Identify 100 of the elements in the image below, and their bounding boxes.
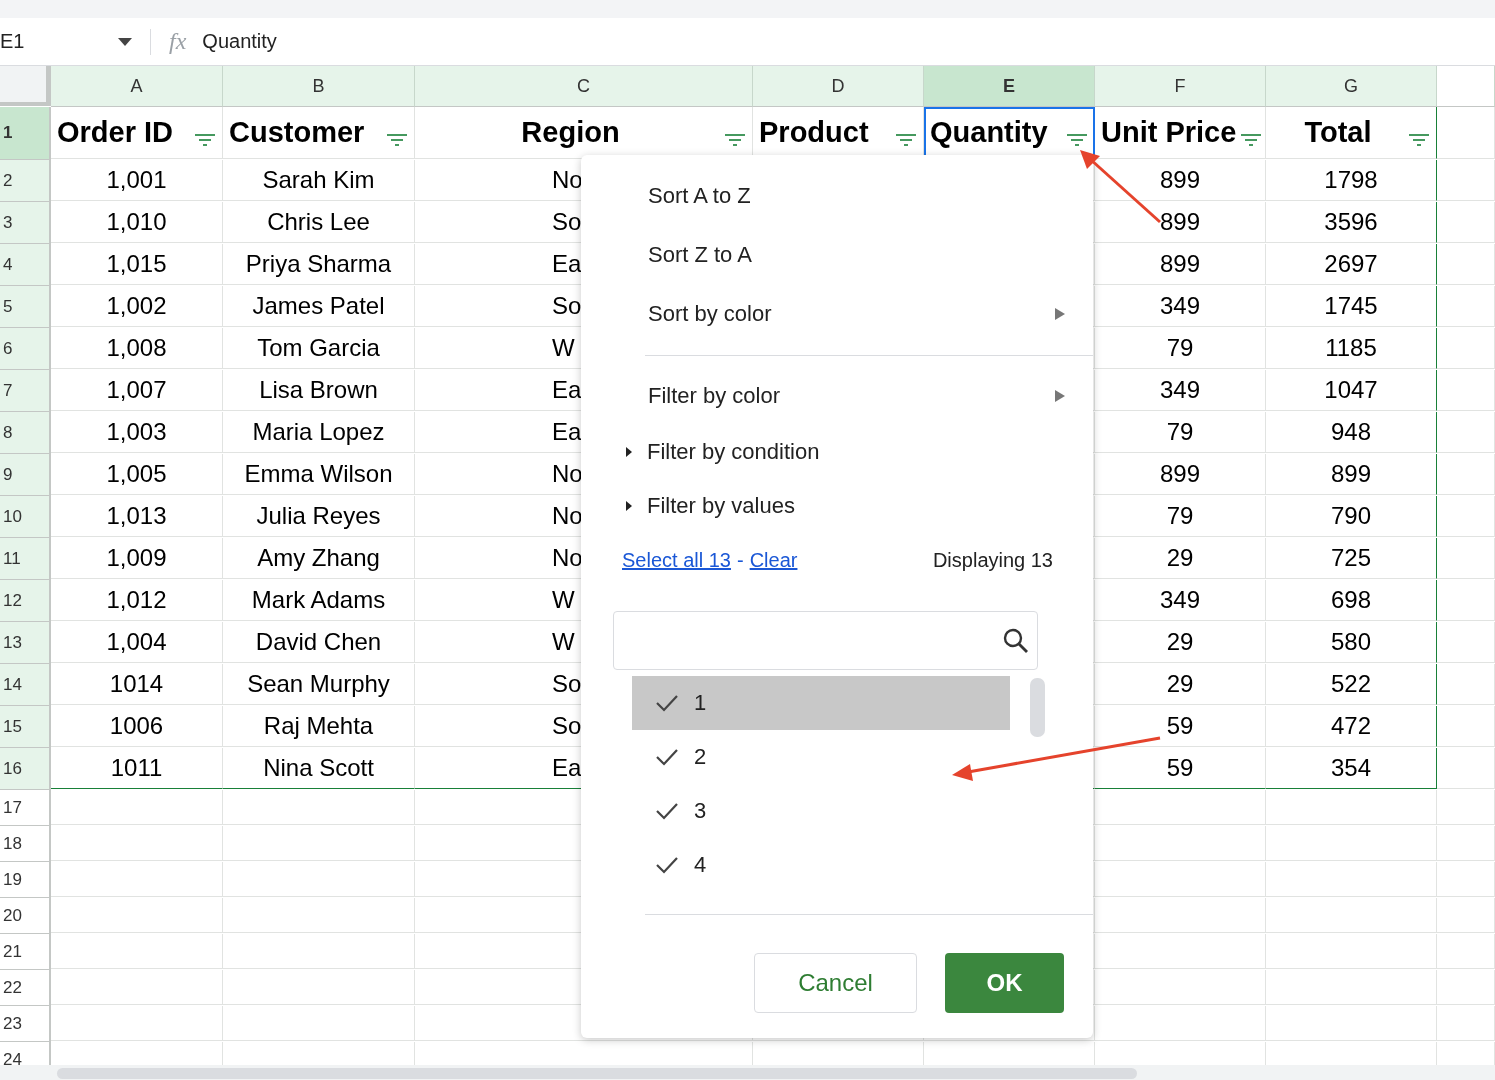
header-cell[interactable]: Total (1266, 107, 1437, 159)
table-cell: James Patel (223, 286, 415, 327)
row-number: 19 (3, 869, 22, 890)
table-cell: Mark Adams (223, 580, 415, 621)
header-cell[interactable]: Quantity (924, 107, 1095, 159)
check-icon[interactable] (656, 748, 678, 766)
empty-cell (1437, 826, 1495, 861)
table-cell: 79 (1095, 412, 1266, 453)
filter-icon[interactable] (386, 132, 408, 147)
name-box[interactable]: E1 (0, 30, 110, 53)
function-label: fx (169, 28, 187, 55)
search-field[interactable] (613, 611, 1038, 670)
filter-icon[interactable] (724, 132, 746, 147)
table-cell: Amy Zhang (223, 538, 415, 579)
row-number: 21 (3, 941, 22, 962)
filter-icon[interactable] (1408, 132, 1430, 147)
table-cell: 472 (1266, 706, 1437, 747)
table-cell: Chris Lee (223, 202, 415, 243)
table-cell: 1047 (1266, 370, 1437, 411)
table-cell: 580 (1266, 622, 1437, 663)
row-header[interactable]: 1 (0, 107, 51, 160)
search-icon[interactable] (1003, 627, 1029, 654)
empty-cell (1437, 748, 1495, 789)
table-cell: 1,004 (51, 622, 223, 663)
formula-field[interactable]: Quantity (202, 30, 277, 53)
column-header[interactable]: A (51, 66, 223, 107)
table-cell: 698 (1266, 580, 1437, 621)
table-cell: Emma Wilson (223, 454, 415, 495)
empty-cell (1437, 706, 1495, 747)
row-number: 3 (3, 212, 13, 233)
check-icon[interactable] (656, 802, 678, 820)
column-header[interactable]: D (753, 66, 924, 107)
column-header[interactable]: F (1095, 66, 1266, 107)
header-cell[interactable]: Unit Price (1095, 107, 1266, 159)
row-number: 13 (3, 632, 22, 653)
table-cell: 899 (1095, 454, 1266, 495)
filter-icon[interactable] (1066, 132, 1088, 147)
table-cell: 59 (1095, 748, 1266, 789)
table-cell: 29 (1095, 622, 1266, 663)
table-cell: 1185 (1266, 328, 1437, 369)
empty-cell (1437, 286, 1495, 327)
table-cell: 1,008 (51, 328, 223, 369)
row-number: 5 (3, 296, 13, 317)
table-cell: 1,015 (51, 244, 223, 285)
column-header[interactable]: B (223, 66, 415, 107)
scrollbar-thumb[interactable] (1030, 678, 1045, 737)
cancel-button[interactable]: Cancel (754, 953, 917, 1013)
row-number: 18 (3, 833, 22, 854)
empty-cell (1437, 664, 1495, 705)
empty-cell (1437, 934, 1495, 969)
table-cell: 354 (1266, 748, 1437, 789)
link-separator: - (736, 548, 744, 572)
expand-arrow-icon[interactable] (625, 446, 633, 458)
display-count: Displaying 13 (932, 548, 1053, 572)
row-number: 17 (3, 797, 22, 818)
table-cell: Nina Scott (223, 748, 415, 789)
table-cell: 349 (1095, 286, 1266, 327)
table-cell: Lisa Brown (223, 370, 415, 411)
table-cell: Julia Reyes (223, 496, 415, 537)
table-cell: 79 (1095, 496, 1266, 537)
row-number: 4 (3, 254, 13, 275)
expand-arrow-icon[interactable] (625, 500, 633, 512)
table-cell: 1,010 (51, 202, 223, 243)
empty-cell (1437, 496, 1495, 537)
value-option[interactable]: 1 (632, 676, 1010, 730)
table-cell: 1,002 (51, 286, 223, 327)
row-number: 20 (3, 905, 22, 926)
empty-cell (1437, 454, 1495, 495)
table-cell: 899 (1095, 244, 1266, 285)
filter-icon[interactable] (194, 132, 216, 147)
ok-button[interactable]: OK (945, 953, 1064, 1013)
column-header[interactable]: E (924, 66, 1095, 107)
header-cell[interactable]: Order ID (51, 107, 223, 159)
table-cell: 59 (1095, 706, 1266, 747)
row-number: 12 (3, 590, 22, 611)
column-header[interactable]: G (1266, 66, 1437, 107)
value-option[interactable]: 4 (632, 838, 1010, 892)
table-cell: Tom Garcia (223, 328, 415, 369)
row-number: 14 (3, 674, 22, 695)
empty-cell (1437, 202, 1495, 243)
empty-cell (1437, 898, 1495, 933)
empty-cell (1437, 107, 1495, 159)
table-cell: 948 (1266, 412, 1437, 453)
filter-icon[interactable] (895, 132, 917, 147)
table-cell: 79 (1095, 328, 1266, 369)
column-header[interactable]: C (415, 66, 753, 107)
row-number: 8 (3, 422, 13, 443)
table-cell: David Chen (223, 622, 415, 663)
check-icon[interactable] (656, 694, 678, 712)
check-icon[interactable] (656, 856, 678, 874)
horizontal-scrollbar[interactable] (0, 1065, 1495, 1080)
caret-icon[interactable] (118, 37, 132, 46)
table-cell: 1,012 (51, 580, 223, 621)
table-cell: 1011 (51, 748, 223, 789)
select-all-link[interactable]: Select all 13 (622, 548, 731, 572)
header-cell[interactable]: Customer (223, 107, 415, 159)
empty-cell (1437, 538, 1495, 579)
table-cell: 899 (1095, 202, 1266, 243)
table-cell: 899 (1266, 454, 1437, 495)
filter-icon[interactable] (1240, 132, 1263, 147)
